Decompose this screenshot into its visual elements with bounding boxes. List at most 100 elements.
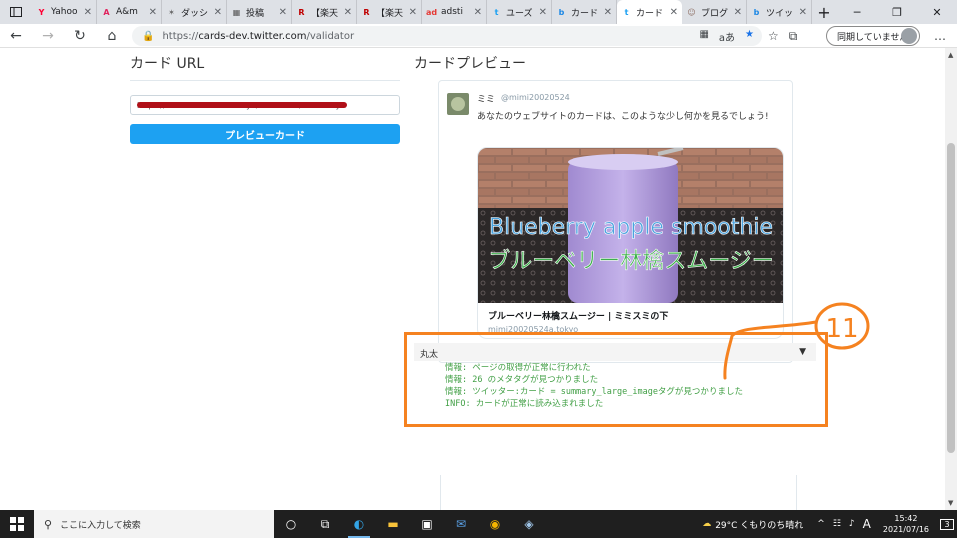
browser-tab[interactable]: ad adsti ✕ <box>422 0 487 24</box>
redaction-mark <box>137 102 347 108</box>
tab-favicon-icon: b <box>753 7 760 17</box>
windows-start-icon[interactable] <box>0 510 34 538</box>
browser-tab[interactable]: t ユーズ ✕ <box>487 0 552 24</box>
tab-close-icon[interactable]: ✕ <box>604 7 612 18</box>
card-url-input[interactable]: https://mimi20020524a.tokyo/20210716/blu… <box>130 95 400 115</box>
file-explorer-icon[interactable]: ▬ <box>376 510 410 538</box>
user-avatar <box>447 93 469 115</box>
volume-icon[interactable]: ♪ <box>849 519 855 529</box>
tab-title: Yahoo <box>51 7 78 17</box>
profile-avatar-icon <box>901 28 917 44</box>
notification-count: 3 <box>940 518 954 530</box>
browser-tab[interactable]: b ツイッ ✕ <box>747 0 812 24</box>
tab-close-icon[interactable]: ✕ <box>799 7 807 18</box>
app-icon[interactable]: ◈ <box>512 510 546 538</box>
tab-close-icon[interactable]: ✕ <box>149 7 157 18</box>
browser-toolbar: ← → ↻ ⌂ 🔒 https:// cards-dev.twitter.com… <box>0 24 957 48</box>
show-hidden-icons-icon[interactable]: ^ <box>817 519 825 529</box>
tab-close-icon[interactable]: ✕ <box>279 7 287 18</box>
browser-tab[interactable]: R 【楽天 ✕ <box>292 0 357 24</box>
browser-tab[interactable]: ☺ ブログ ✕ <box>682 0 747 24</box>
browser-tab[interactable]: b カード ✕ <box>552 0 617 24</box>
minimize-icon[interactable]: ─ <box>837 0 877 24</box>
page-viewport: カード URL https://mimi20020524a.tokyo/2021… <box>0 48 945 510</box>
tab-actions-icon[interactable] <box>0 0 32 24</box>
lock-icon[interactable]: 🔒 <box>142 31 154 42</box>
divider <box>130 80 400 81</box>
more-menu-icon[interactable]: … <box>930 24 950 48</box>
browser-tab[interactable]: ✶ ダッシ ✕ <box>162 0 227 24</box>
chrome-icon[interactable]: ◉ <box>478 510 512 538</box>
ime-indicator[interactable]: A <box>863 517 871 531</box>
card-url-heading: カード URL <box>130 56 205 72</box>
notification-icon[interactable]: 3 <box>937 518 957 530</box>
edge-icon[interactable]: ◐ <box>342 510 376 538</box>
new-tab-icon[interactable]: + <box>812 0 836 24</box>
store-icon[interactable]: ▣ <box>410 510 444 538</box>
page-scrollbar[interactable]: ▲ ▼ <box>945 48 957 510</box>
tab-title: ブログ <box>701 8 729 19</box>
favorite-star-icon[interactable]: ★ <box>745 29 754 44</box>
tab-close-icon[interactable]: ✕ <box>539 7 547 18</box>
network-icon[interactable]: ☷ <box>833 519 841 529</box>
browser-tab[interactable]: A A&m ✕ <box>97 0 162 24</box>
tab-favicon-icon: Y <box>38 7 45 17</box>
close-window-icon[interactable]: ✕ <box>917 0 957 24</box>
card-image: Blueberry apple smoothie ブルーベリー林檎スムージー <box>478 148 783 303</box>
browser-tab[interactable]: R 【楽天 ✕ <box>357 0 422 24</box>
url-scheme: https:// <box>162 30 199 42</box>
card-preview-heading: カードプレビュー <box>414 56 526 72</box>
tab-favicon-icon: t <box>494 7 499 17</box>
weather-widget[interactable]: ☁ 29°C くもりのち晴れ <box>702 518 803 531</box>
tweet-user-name: ミミ <box>477 95 496 105</box>
annotation-highlight-box <box>404 332 828 427</box>
read-aloud-icon[interactable]: aあ <box>719 29 735 44</box>
restore-icon[interactable]: ❐ <box>877 0 917 24</box>
address-bar[interactable]: 🔒 https:// cards-dev.twitter.com /valida… <box>132 26 762 46</box>
tab-close-icon[interactable]: ✕ <box>409 7 417 18</box>
back-icon[interactable]: ← <box>0 24 32 48</box>
profile-sync-button[interactable]: 同期していません <box>826 26 920 46</box>
tab-close-icon[interactable]: ✕ <box>344 7 352 18</box>
sync-label: 同期していません <box>837 32 909 43</box>
scroll-down-icon[interactable]: ▼ <box>948 499 953 507</box>
browser-tab[interactable]: ▦ 投稿 ✕ <box>227 0 292 24</box>
tab-favicon-icon: R <box>363 7 370 17</box>
tab-close-icon[interactable]: ✕ <box>670 7 678 18</box>
qr-code-icon[interactable]: ▦ <box>699 29 708 44</box>
scrollbar-thumb[interactable] <box>947 143 955 453</box>
tweet-text: あなたのウェブサイトのカードは、このような少し何かを見るでしょう! <box>477 112 769 122</box>
tab-close-icon[interactable]: ✕ <box>474 7 482 18</box>
collections-icon[interactable]: ⧉ <box>789 29 798 44</box>
tab-favicon-icon: t <box>624 7 629 17</box>
home-icon[interactable]: ⌂ <box>96 24 128 48</box>
windows-taskbar: ⚲ ここに入力して検索 ○ ⧉ ◐ ▬ ▣ ✉ ◉ ◈ ☁ 29°C くもりのち… <box>0 510 957 538</box>
tab-title: 投稿 <box>246 8 265 19</box>
cortana-icon[interactable]: ○ <box>274 510 308 538</box>
tab-close-icon[interactable]: ✕ <box>214 7 222 18</box>
browser-tab[interactable]: Y Yahoo ✕ <box>32 0 97 24</box>
tab-title: adsti <box>441 7 463 17</box>
log-panel-body <box>440 475 797 510</box>
taskbar-search-placeholder: ここに入力して検索 <box>60 520 141 531</box>
tab-close-icon[interactable]: ✕ <box>84 7 92 18</box>
tweet-preview: ミミ @mimi20020524 あなたのウェブサイトのカードは、このような少し… <box>438 80 793 363</box>
task-view-icon[interactable]: ⧉ <box>308 510 342 538</box>
forward-icon[interactable]: → <box>32 24 64 48</box>
clock[interactable]: 15:42 2021/07/16 <box>883 513 929 535</box>
scroll-up-icon[interactable]: ▲ <box>948 51 953 59</box>
favorites-icon[interactable]: ☆ <box>768 29 779 43</box>
taskbar-search[interactable]: ⚲ ここに入力して検索 <box>34 510 274 538</box>
preview-card-button[interactable]: プレビューカード <box>130 124 400 144</box>
browser-tab[interactable]: t カード ✕ <box>617 0 682 24</box>
summary-card[interactable]: Blueberry apple smoothie ブルーベリー林檎スムージー ブ… <box>477 147 784 339</box>
weather-icon: ☁ <box>702 519 712 529</box>
tab-close-icon[interactable]: ✕ <box>734 7 742 18</box>
mail-icon[interactable]: ✉ <box>444 510 478 538</box>
url-path: /validator <box>306 30 355 42</box>
tab-title: A&m <box>116 7 138 17</box>
refresh-icon[interactable]: ↻ <box>64 24 96 48</box>
tab-favicon-icon: ☺ <box>687 7 696 17</box>
tab-favicon-icon: A <box>103 7 110 17</box>
tweet-user-handle: @mimi20020524 <box>501 93 570 102</box>
